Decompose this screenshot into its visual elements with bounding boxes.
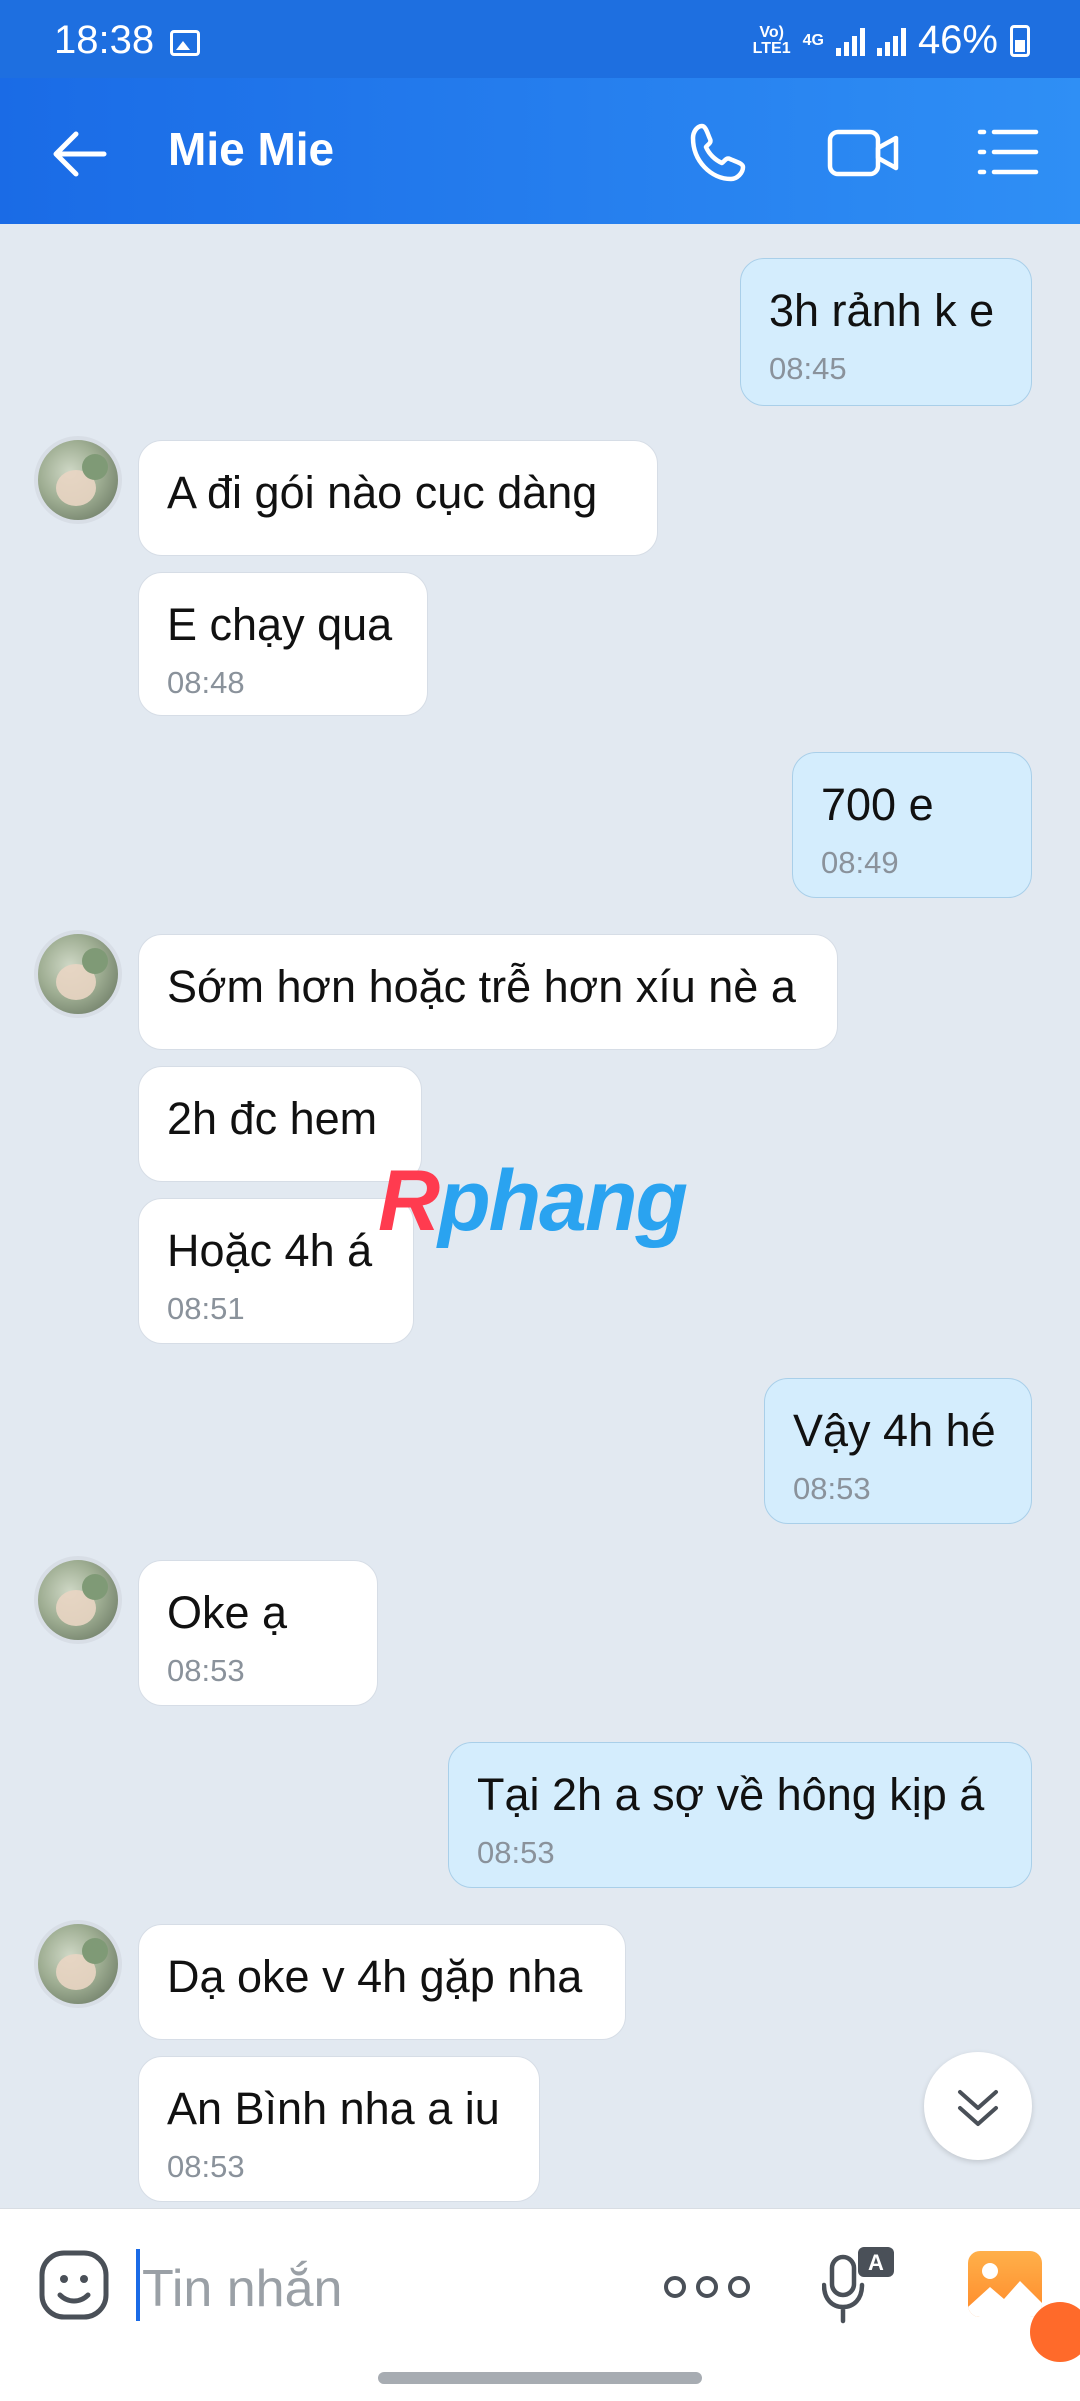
message-bubble-outgoing[interactable]: 700 e 08:49	[792, 752, 1032, 898]
message-text: 700 e	[821, 779, 934, 830]
network-type: 4G	[802, 31, 824, 49]
message-text: An Bình nha a iu	[167, 2083, 500, 2134]
message-text: A đi gói nào cục dàng	[167, 467, 598, 518]
message-text: Oke ạ	[167, 1587, 288, 1638]
svg-text:A: A	[868, 2250, 884, 2275]
message-time: 08:53	[477, 1835, 555, 1870]
chat-header: Mie Mie	[0, 78, 1080, 224]
voice-to-text-icon[interactable]: A	[822, 2245, 898, 2325]
phone-icon[interactable]	[684, 118, 754, 188]
scroll-to-bottom-button[interactable]	[924, 2052, 1032, 2160]
signal-icon	[835, 26, 865, 56]
message-time: 08:48	[167, 665, 245, 700]
message-input[interactable]	[140, 2253, 604, 2325]
message-text: 2h đc hem	[167, 1093, 378, 1144]
message-text: Tại 2h a sợ về hông kịp á	[477, 1769, 985, 1820]
battery-icon	[1010, 24, 1030, 57]
status-indicators: Vo) LTE1 4G 46%	[753, 18, 1030, 63]
message-time: 08:45	[769, 351, 847, 386]
message-bubble-outgoing[interactable]: Vậy 4h hé 08:53	[764, 1378, 1032, 1524]
home-indicator	[378, 2372, 702, 2384]
image-picker-icon[interactable]	[968, 2251, 1042, 2317]
message-text: E chạy qua	[167, 599, 393, 650]
battery-percent: 46%	[917, 18, 998, 62]
message-time: 08:51	[167, 1291, 245, 1326]
message-bubble-incoming[interactable]: Dạ oke v 4h gặp nha	[138, 1924, 626, 2040]
message-time: 08:53	[167, 1653, 245, 1688]
chevron-double-down-icon	[958, 2090, 998, 2126]
message-bubble-incoming[interactable]: Oke ạ 08:53	[138, 1560, 378, 1706]
message-time: 08:53	[167, 2149, 245, 2184]
avatar[interactable]	[34, 1920, 122, 2008]
message-text: Hoặc 4h á	[167, 1225, 373, 1276]
video-call-icon[interactable]	[826, 120, 902, 186]
more-options-icon[interactable]	[662, 2269, 752, 2305]
avatar[interactable]	[34, 436, 122, 524]
volte-indicator: Vo) LTE1	[752, 23, 791, 57]
message-bubble-incoming[interactable]: A đi gói nào cục dàng	[138, 440, 658, 556]
message-bubble-incoming[interactable]: An Bình nha a iu 08:53	[138, 2056, 540, 2202]
message-bubble-incoming[interactable]: E chạy qua 08:48	[138, 572, 428, 716]
message-text: Vậy 4h hé	[793, 1405, 996, 1456]
message-time: 08:53	[793, 1471, 871, 1506]
emoji-icon[interactable]	[38, 2249, 110, 2321]
status-time: 18:38	[54, 18, 155, 62]
message-bubble-incoming[interactable]: Hoặc 4h á 08:51	[138, 1198, 414, 1344]
message-bubble-incoming[interactable]: Sớm hơn hoặc trễ hơn xíu nè a	[138, 934, 838, 1050]
menu-list-icon[interactable]	[976, 122, 1040, 182]
message-text: Sớm hơn hoặc trễ hơn xíu nè a	[167, 961, 796, 1012]
message-time: 08:49	[821, 845, 899, 880]
avatar[interactable]	[34, 930, 122, 1018]
signal-icon-2	[876, 26, 906, 56]
status-bar: 18:38 Vo) LTE1 4G 46%	[0, 0, 1080, 78]
gallery-notification-icon	[170, 30, 200, 56]
avatar[interactable]	[34, 1556, 122, 1644]
message-bubble-outgoing[interactable]: 3h rảnh k e 08:45	[740, 258, 1032, 406]
message-bubble-outgoing[interactable]: Tại 2h a sợ về hông kịp á 08:53	[448, 1742, 1032, 1888]
contact-name[interactable]: Mie Mie	[168, 122, 334, 176]
watermark-logo: Rphang	[378, 1153, 688, 1249]
message-text: Dạ oke v 4h gặp nha	[167, 1951, 583, 2002]
back-arrow-icon[interactable]	[48, 122, 112, 186]
message-text: 3h rảnh k e	[769, 285, 995, 336]
